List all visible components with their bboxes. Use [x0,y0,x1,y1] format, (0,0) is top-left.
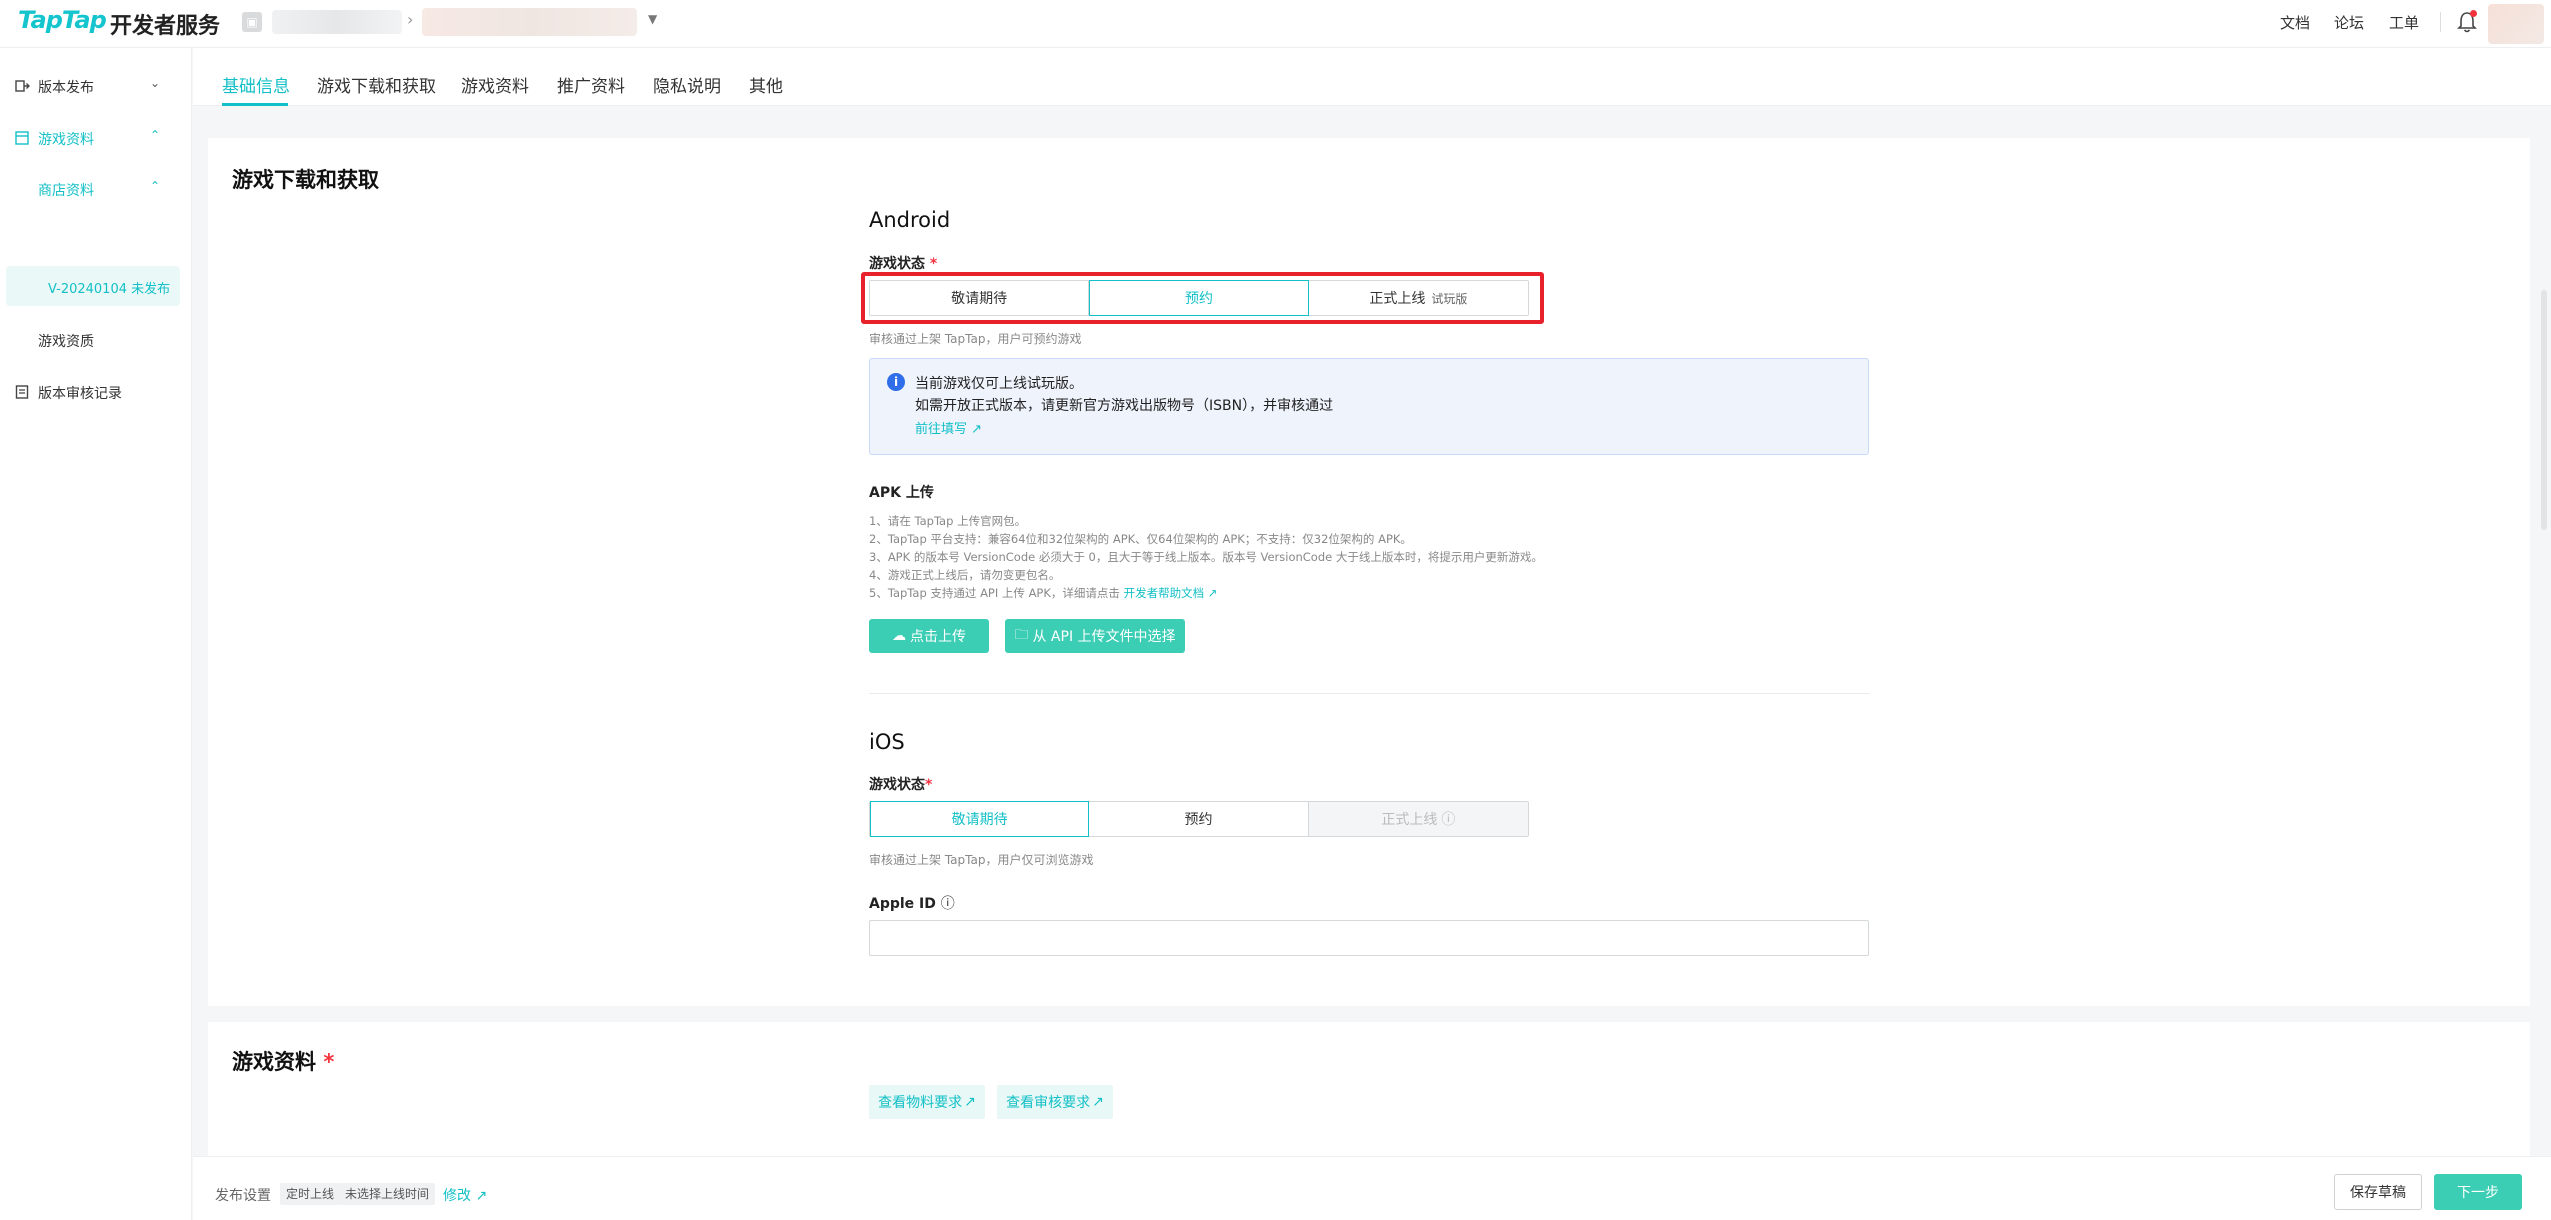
top-bar: TapTap 开发者服务 ▣ › ▼ 文档 论坛 工单 [0,0,2551,48]
forum-link[interactable]: 论坛 [2334,12,2364,33]
ios-title: iOS [869,730,905,754]
tab-basic-info[interactable]: 基础信息 [222,72,290,97]
footer-bar: 发布设置 定时上线 未选择上线时间 修改 ↗ [193,1156,2551,1220]
ios-status-coming-soon[interactable]: 敬请期待 [870,801,1090,837]
active-tab-indicator [222,103,288,106]
help-circle-icon[interactable]: ⓘ [941,896,955,912]
list-item: 3、APK 的版本号 VersionCode 必须大于 0，且大于等于线上版本。… [869,550,1543,564]
scheduled-launch-tag: 定时上线 [280,1183,341,1205]
list-item: 2、TapTap 平台支持：兼容64位和32位架构的 APK、仅64位架构的 A… [869,532,1412,546]
tab-other[interactable]: 其他 [749,72,783,97]
material-requirements-button[interactable]: 查看物料要求 ↗ [869,1085,985,1119]
chevron-down-icon[interactable]: ▼ [648,12,657,26]
tab-bar: 基础信息 游戏下载和获取 游戏资料 推广资料 隐私说明 其他 [193,48,2551,106]
apk-upload-label: APK 上传 [869,485,934,501]
developer-name-redacted[interactable] [272,10,402,34]
materials-card [208,1022,2530,1156]
fill-in-link[interactable]: 前往填写 ↗ [915,418,982,437]
launch-time-tag: 未选择上线时间 [339,1183,436,1205]
help-circle-icon: ⓘ [1441,812,1456,828]
external-link-icon: ↗ [964,1094,976,1110]
folder-icon: 🗀 [1014,627,1029,643]
ticket-link[interactable]: 工单 [2389,12,2419,33]
docs-link[interactable]: 文档 [2280,12,2310,33]
sidebar-item-version[interactable]: V-20240104 未发布 [6,266,180,306]
tab-game-materials[interactable]: 游戏资料 [461,72,529,97]
ios-status-launch: 正式上线 ⓘ [1308,802,1528,836]
chevron-down-icon: ⌄ [150,76,161,90]
api-select-button[interactable]: 🗀 从 API 上传文件中选择 [1005,619,1185,653]
brand-subtitle: 开发者服务 [110,14,221,39]
publish-settings-label: 发布设置 [215,1188,271,1204]
sidebar-item-label: 版本审核记录 [38,386,122,402]
apple-id-input[interactable] [869,920,1869,956]
android-status-label: 游戏状态 * [869,256,938,272]
sidebar: 版本发布 ⌄ 游戏资料 ⌃ 商店资料 ⌃ V-20240104 未发布 游戏资质… [0,48,192,1220]
sidebar-item-label: 游戏资料 [38,132,94,148]
notification-badge [2470,10,2477,17]
ios-status-reserve[interactable]: 预约 [1089,802,1309,836]
sidebar-item-game-info[interactable]: 游戏资料 ⌃ [0,118,192,158]
store-icon [15,131,29,145]
list-item: 1、请在 TapTap 上传官网包。 [869,514,1027,528]
divider [2440,12,2441,32]
breadcrumb-separator-icon: › [407,10,414,29]
chevron-up-icon: ⌃ [150,179,161,193]
developer-docs-link[interactable]: 开发者帮助文档 [1124,586,1205,600]
notice-banner: i 当前游戏仅可上线试玩版。 如需开放正式版本，请更新官方游戏出版物号（ISBN… [869,358,1869,455]
highlight-box [861,272,1544,324]
sidebar-item-store-info[interactable]: 商店资料 ⌃ [0,169,192,209]
ios-status-segmented: 敬请期待 预约 正式上线 ⓘ [869,801,1529,837]
avatar[interactable] [2488,4,2544,44]
ios-status-help: 审核通过上架 TapTap，用户仅可浏览游戏 [869,853,1094,867]
external-link-icon: ↗ [475,1188,488,1204]
record-icon [15,385,29,399]
save-draft-button[interactable]: 保存草稿 [2334,1174,2422,1210]
sidebar-item-qualification[interactable]: 游戏资质 [0,320,192,360]
external-link-icon: ↗ [971,422,983,437]
chevron-up-icon: ⌃ [150,128,161,142]
sidebar-item-publish[interactable]: 版本发布 ⌄ [0,66,192,106]
publish-icon [15,80,30,92]
cloud-upload-icon: ☁ [892,628,906,644]
android-status-help: 审核通过上架 TapTap，用户可预约游戏 [869,332,1082,346]
divider [869,693,1869,694]
sidebar-item-label: 版本发布 [38,80,94,96]
edit-link[interactable]: 修改 ↗ [443,1185,487,1205]
ios-status-label: 游戏状态* [869,777,933,793]
scrollbar[interactable] [2541,290,2547,530]
tab-promotion[interactable]: 推广资料 [557,72,625,97]
list-item: 4、游戏正式上线后，请勿变更包名。 [869,568,1061,582]
list-item: 5、TapTap 支持通过 API 上传 APK，详细请点击 开发者帮助文档 ↗ [869,586,1218,600]
apk-instructions: 1、请在 TapTap 上传官网包。 2、TapTap 平台支持：兼容64位和3… [869,512,1543,602]
external-link-icon: ↗ [1092,1094,1104,1110]
section-title: 游戏下载和获取 [232,168,379,192]
brand-logo[interactable]: TapTap [18,6,107,34]
sidebar-item-label: 游戏资质 [38,334,94,350]
notice-line-1: 当前游戏仅可上线试玩版。 [915,376,1083,392]
sidebar-item-label: V-20240104 未发布 [48,282,171,297]
game-name-redacted[interactable] [422,8,637,36]
tab-privacy[interactable]: 隐私说明 [653,72,721,97]
sidebar-item-label: 商店资料 [38,183,94,199]
android-title: Android [869,208,951,232]
info-icon: i [887,373,905,391]
app-thumbnail-icon: ▣ [242,12,262,32]
materials-title: 游戏资料 * [232,1050,335,1074]
sidebar-item-review-records[interactable]: 版本审核记录 [0,372,192,412]
review-requirements-button[interactable]: 查看审核要求 ↗ [997,1085,1113,1119]
apple-id-label: Apple ID ⓘ [869,896,955,912]
notice-line-2: 如需开放正式版本，请更新官方游戏出版物号（ISBN），并审核通过 [915,398,1334,414]
tab-download[interactable]: 游戏下载和获取 [317,72,436,97]
upload-button[interactable]: ☁ 点击上传 [869,619,989,653]
next-step-button[interactable]: 下一步 [2434,1174,2522,1210]
external-link-icon: ↗ [1207,586,1218,600]
